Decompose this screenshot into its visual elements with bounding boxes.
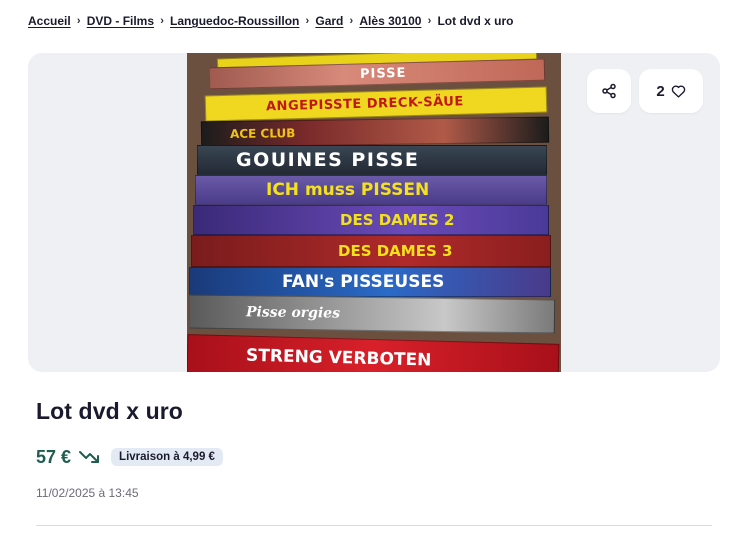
photo-spine: DES DAMES 2 — [193, 205, 549, 235]
favorite-count: 2 — [656, 82, 665, 100]
chevron-right-icon: › — [160, 15, 164, 27]
breadcrumb-region[interactable]: Languedoc-Roussillon — [170, 14, 299, 28]
chevron-right-icon: › — [305, 15, 310, 27]
listing-date: 11/02/2025 à 13:45 — [36, 486, 139, 500]
photo-spine: FAN's PISSEUSES — [189, 267, 551, 297]
breadcrumb-department[interactable]: Gard — [315, 14, 343, 28]
chevron-right-icon: › — [427, 15, 432, 27]
listing-price: 57 € — [36, 446, 72, 467]
photo-spine: Pisse orgies — [188, 294, 556, 334]
breadcrumb: Accueil › DVD - Films › Languedoc-Roussi… — [28, 13, 513, 29]
chevron-right-icon: › — [76, 15, 81, 27]
price-row: 57 € Livraison à 4,99 € — [36, 445, 223, 469]
share-icon — [602, 83, 616, 99]
photo-spine: DES DAMES 3 — [191, 235, 551, 267]
divider — [36, 525, 712, 526]
breadcrumb-home[interactable]: Accueil — [28, 14, 71, 28]
photo-spine: ANGEPISSTE DRECK-SÄUE — [204, 86, 548, 122]
heart-icon — [671, 85, 685, 98]
breadcrumb-city[interactable]: Alès 30100 — [359, 14, 421, 28]
listing-title: Lot dvd x uro — [36, 398, 183, 424]
favorite-button[interactable]: 2 — [639, 69, 703, 113]
photo-spine: ACE CLUB — [200, 116, 550, 148]
listing-photo[interactable]: PISSE ANGEPISSTE DRECK-SÄUE ACE CLUB GOU… — [187, 53, 561, 372]
image-gallery: PISSE ANGEPISSTE DRECK-SÄUE ACE CLUB GOU… — [28, 53, 720, 372]
trending-down-icon — [79, 450, 101, 464]
delivery-badge: Livraison à 4,99 € — [111, 448, 223, 466]
breadcrumb-current: Lot dvd x uro — [437, 14, 514, 28]
share-button[interactable] — [587, 69, 631, 113]
photo-spine: ICH muss PISSEN — [195, 175, 547, 205]
chevron-right-icon: › — [349, 15, 354, 27]
photo-spine: GOUINES PISSE — [197, 145, 547, 175]
breadcrumb-category[interactable]: DVD - Films — [87, 14, 154, 28]
photo-spine: STRENG VERBOTEN — [187, 334, 560, 372]
